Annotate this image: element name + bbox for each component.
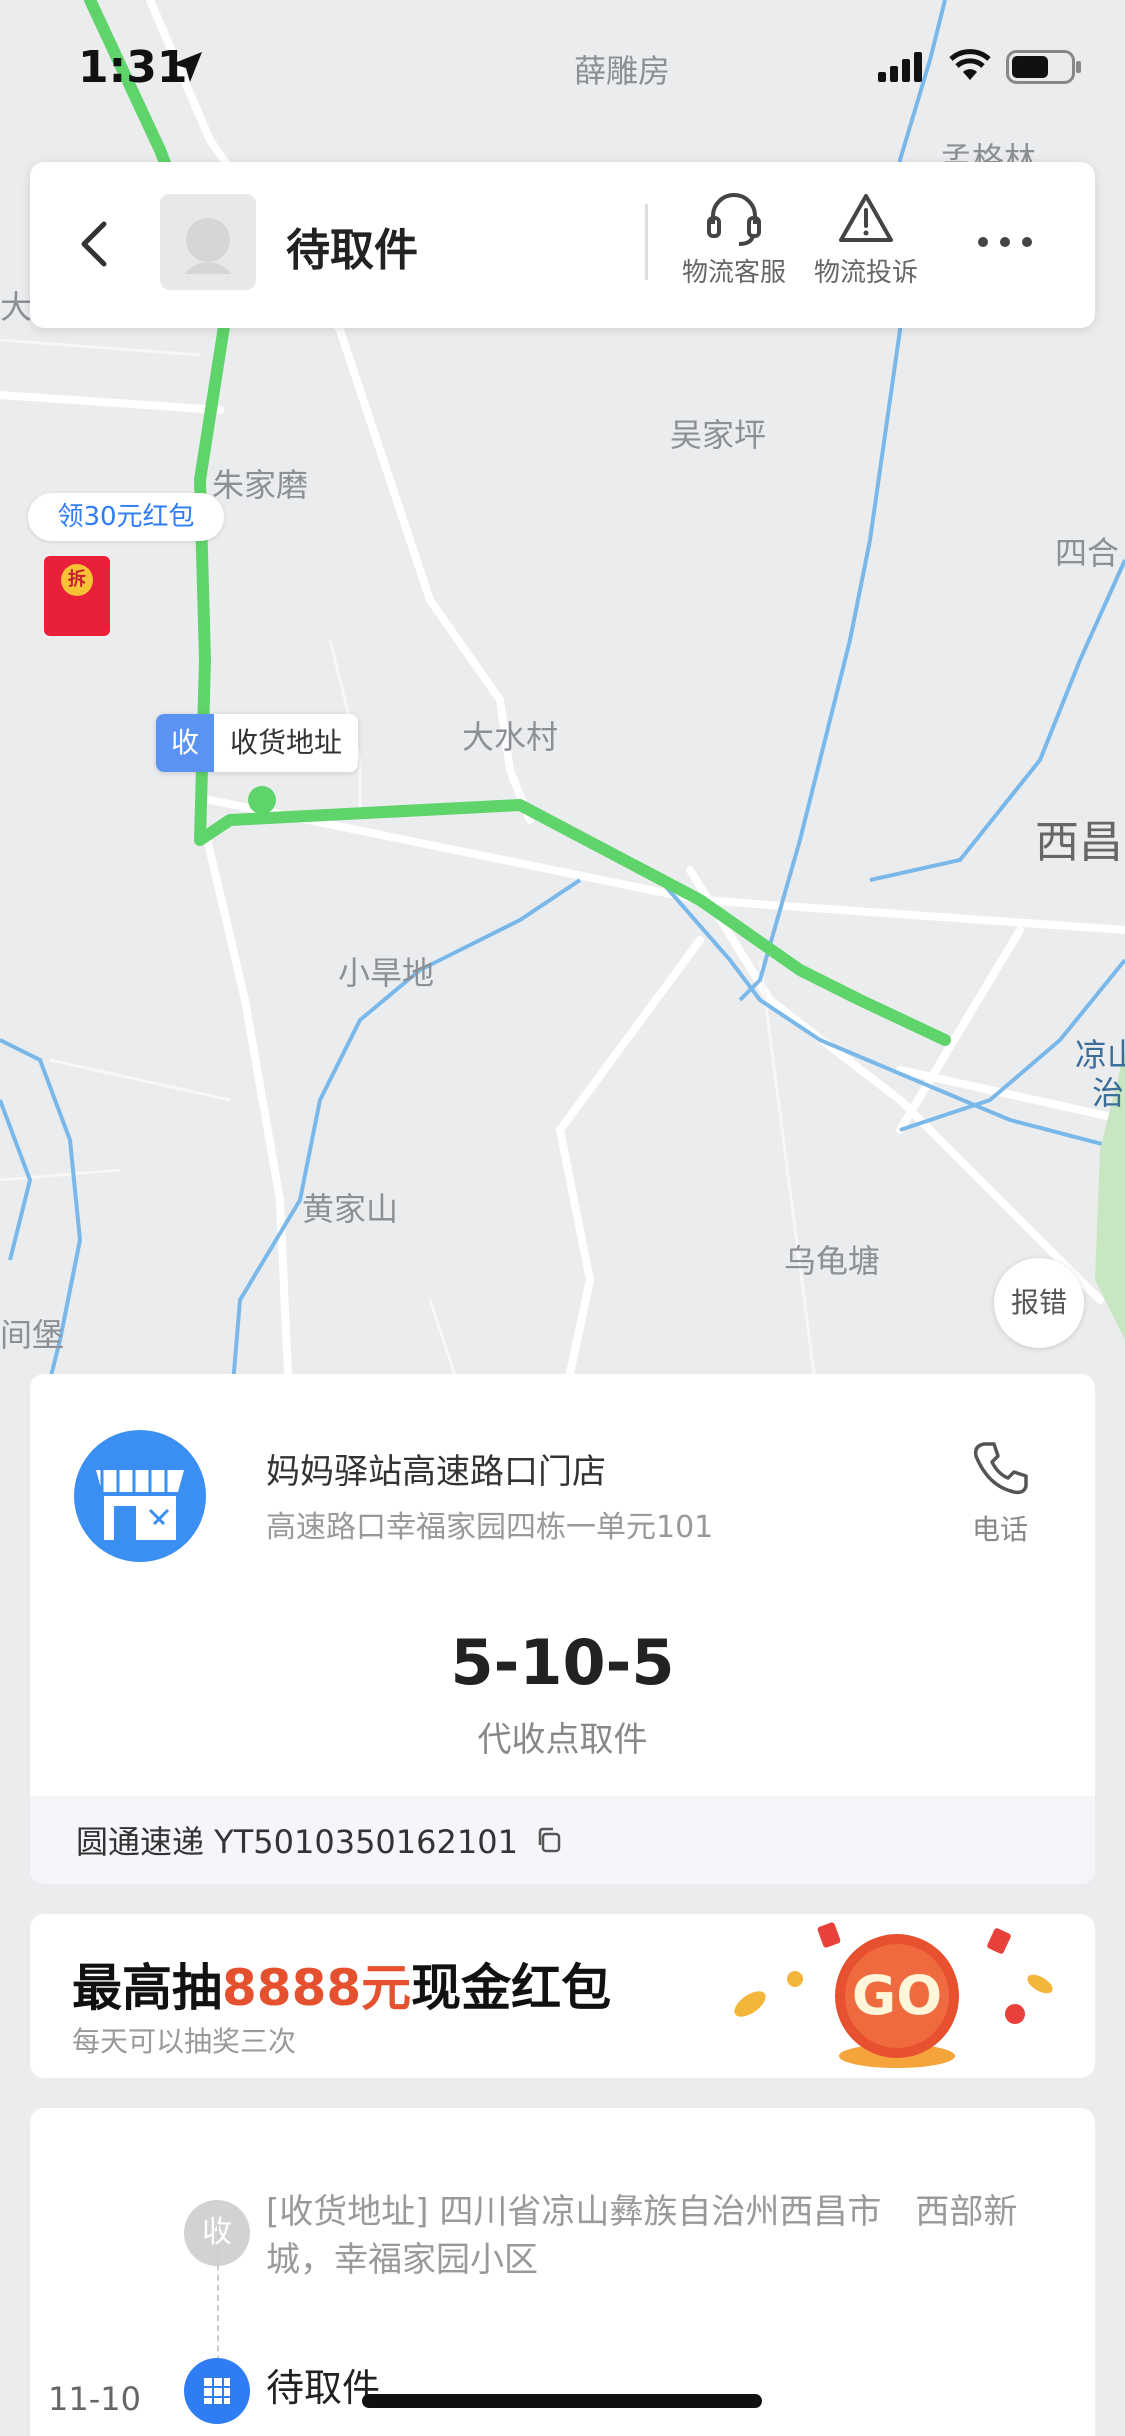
page: 薛雕房 孟格林 朱家磨 吴家坪 四合 大水村 西昌 小旱地 凉山 治 黄家山 乌…: [0, 0, 1125, 2436]
header-divider: [645, 204, 648, 280]
red-packet-seal: 拆: [61, 564, 93, 596]
storefront-icon: [96, 1470, 184, 1540]
map-label: 间堡: [0, 1316, 65, 1354]
courier-avatar: [160, 194, 256, 290]
pending-pickup-node: [184, 2358, 250, 2424]
red-packet-button[interactable]: 拆: [44, 556, 110, 636]
map-label: 大水村: [462, 718, 559, 756]
home-indicator[interactable]: [362, 2394, 762, 2408]
map-label: 四合: [1055, 534, 1120, 572]
location-arrow-icon: [172, 52, 202, 82]
map-label: 吴家坪: [670, 416, 767, 454]
address-marker-label: 收货地址: [214, 714, 359, 772]
tracking-timeline: 收 [收货地址] 四川省凉山彝族自治州西昌市 西部新城，幸福家园小区 待取件: [30, 2108, 1095, 2436]
pickup-code-caption: 代收点取件: [477, 1720, 648, 1760]
page-title: 待取件: [286, 225, 418, 276]
promo-amount: 8888元: [222, 1959, 412, 2017]
header-card: 待取件 物流客服 物流投诉: [30, 162, 1095, 328]
promo-title: 最高抽8888元现金红包: [72, 1948, 611, 2020]
logistics-service-button[interactable]: 物流客服: [674, 190, 794, 289]
logistics-service-label: 物流客服: [681, 258, 786, 288]
lottery-promo-banner[interactable]: 最高抽8888元现金红包 每天可以抽奖三次 GO: [30, 1914, 1095, 2078]
map-label: 治: [1092, 1074, 1125, 1112]
red-packet-pill[interactable]: 领30元红包: [28, 493, 224, 541]
logistics-complaint-label: 物流投诉: [813, 258, 918, 288]
tracking-number: 圆通速递 YT5010350162101: [76, 1823, 518, 1861]
promo-title-prefix: 最高抽: [72, 1959, 222, 2017]
map-label: 西昌: [1035, 817, 1123, 868]
copy-icon[interactable]: [534, 1825, 564, 1855]
signal-icon: [878, 52, 922, 82]
address-marker[interactable]: 收 收货地址: [156, 714, 359, 772]
logistics-complaint-button[interactable]: 物流投诉: [806, 190, 926, 289]
pickup-code: 5-10-5: [450, 1626, 675, 1699]
go-button[interactable]: GO: [824, 1926, 970, 2072]
grid-icon: [204, 2378, 230, 2404]
address-marker-badge: 收: [156, 714, 214, 772]
promo-subtitle: 每天可以抽奖三次: [72, 2025, 297, 2058]
event-date: 11-10: [48, 2380, 141, 2418]
tracking-number-bar[interactable]: 圆通速递 YT5010350162101: [30, 1796, 1095, 1884]
go-label: GO: [851, 1964, 943, 2027]
call-station-button[interactable]: 电话: [960, 1438, 1040, 1548]
warning-icon: [839, 194, 893, 242]
promo-title-suffix: 现金红包: [411, 1959, 612, 2017]
station-address: 高速路口幸福家园四栋一单元101: [266, 1510, 714, 1545]
status-bar: 1:31: [0, 0, 1125, 140]
phone-label: 电话: [971, 1513, 1028, 1546]
store-icon: [74, 1430, 206, 1562]
map-label: 乌龟塘: [784, 1242, 881, 1280]
report-error-button[interactable]: 报错: [994, 1258, 1084, 1348]
map-label: 黄家山: [302, 1190, 399, 1228]
more-icon[interactable]: [970, 212, 1040, 272]
headset-icon: [707, 193, 761, 246]
map-label: 小旱地: [338, 954, 435, 992]
phone-icon: [973, 1442, 1028, 1495]
receive-address-text: [收货地址] 四川省凉山彝族自治州西昌市 西部新城，幸福家园小区: [266, 2192, 1018, 2280]
battery-icon: [1006, 50, 1081, 84]
avatar-placeholder-icon: [184, 218, 232, 274]
map-label: 朱家磨: [212, 466, 309, 504]
station-name: 妈妈驿站高速路口门店: [266, 1452, 606, 1492]
back-icon[interactable]: [66, 214, 126, 274]
wifi-icon: [949, 49, 991, 80]
pickup-station-card: 妈妈驿站高速路口门店 高速路口幸福家园四栋一单元101 电话 5-10-5 代收…: [30, 1374, 1095, 1884]
